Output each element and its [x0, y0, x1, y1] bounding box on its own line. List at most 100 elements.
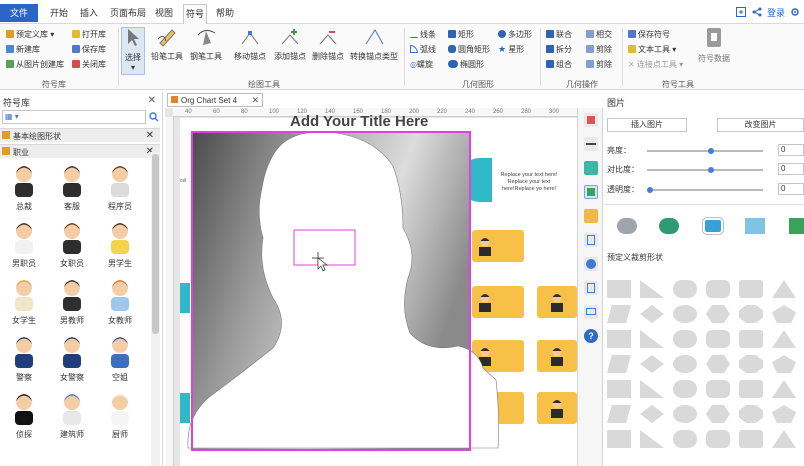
crop-shape-option[interactable] [673, 280, 697, 298]
menu-help[interactable]: 帮助 [216, 6, 234, 19]
menu-view[interactable]: 视图 [155, 6, 173, 19]
library-figure[interactable]: 女职员 [52, 218, 92, 269]
library-figure[interactable]: 男教师 [52, 275, 92, 326]
crop-shape-option[interactable] [673, 405, 697, 423]
insert-image-button[interactable]: 插入图片 [607, 118, 687, 132]
crop-shape-option[interactable] [739, 280, 763, 298]
file-menu[interactable]: 文件 [0, 4, 38, 22]
library-search-input[interactable]: ▦ ▾ [2, 110, 146, 124]
layer-icon[interactable] [584, 209, 598, 223]
library-figure[interactable]: 侦探 [4, 389, 44, 440]
contrast-slider-knob[interactable] [707, 167, 714, 173]
create-library-from-image-button[interactable]: 从图片创建库 [6, 59, 64, 70]
intersect-button[interactable]: 相交 [586, 29, 612, 40]
crop-shape-option[interactable] [607, 330, 631, 348]
library-figure[interactable]: 女警察 [52, 332, 92, 383]
crop-shape-option[interactable] [607, 380, 631, 398]
contrast-slider[interactable] [647, 167, 763, 173]
library-figure[interactable]: 客服 [52, 161, 92, 212]
add-anchor-tool[interactable]: 添加锚点 [272, 27, 308, 62]
menu-insert[interactable]: 插入 [80, 6, 98, 19]
move-anchor-tool[interactable]: 移动锚点 [232, 27, 268, 62]
crop-shape-option[interactable] [607, 355, 631, 373]
effect-more-icon[interactable] [789, 218, 804, 234]
text-tool-button[interactable]: 文本工具 ▾ [628, 44, 676, 55]
crop-shape-option[interactable] [739, 355, 763, 373]
save-library-button[interactable]: 保存库 [72, 44, 106, 55]
crop-shape-option[interactable] [772, 355, 796, 373]
library-dropdown-icon[interactable]: ▦ ▾ [5, 112, 19, 121]
crop-shape-option[interactable] [640, 380, 664, 398]
selected-image-shape[interactable] [178, 118, 508, 466]
library-figure[interactable]: 建筑师 [52, 389, 92, 440]
library-figure[interactable]: 程序员 [100, 161, 140, 212]
convert-anchor-tool[interactable]: 转换锚点类型 [349, 27, 399, 62]
crop-shape-option[interactable] [706, 405, 730, 423]
split-button[interactable]: 拆分 [546, 44, 572, 55]
menu-start[interactable]: 开始 [50, 6, 68, 19]
brightness-slider-knob[interactable] [707, 148, 714, 154]
symbol-data-button[interactable]: 符号数据 [694, 27, 734, 64]
ellipse-shape-button[interactable]: 椭圆形 [448, 59, 484, 70]
category-professions[interactable]: 职业 ✕ [0, 144, 160, 158]
open-library-button[interactable]: 打开库 [72, 29, 106, 40]
crop-shape-option[interactable] [772, 280, 796, 298]
effect-grayscale-icon[interactable] [617, 218, 637, 234]
navigation-icon[interactable] [584, 257, 598, 271]
crop-shape-option[interactable] [706, 305, 730, 323]
select-tool[interactable]: 选择 ▾ [121, 27, 145, 75]
library-figure[interactable]: 男职员 [4, 218, 44, 269]
brightness-value[interactable]: 0 [778, 144, 804, 156]
crop-shape-option[interactable] [772, 305, 796, 323]
crop-shape-option[interactable] [673, 305, 697, 323]
search-icon[interactable] [149, 112, 159, 122]
crop-shape-option[interactable] [739, 305, 763, 323]
menu-symbol[interactable]: 符号 [183, 4, 207, 24]
crop-shape-option[interactable] [640, 280, 664, 298]
document-tab[interactable]: Org Chart Set 4 ✕ [167, 93, 263, 107]
crop-shape-option[interactable] [673, 330, 697, 348]
image-tool-icon[interactable] [584, 185, 598, 199]
crop-shape-option[interactable] [739, 405, 763, 423]
predefined-library-button[interactable]: 预定义库 ▾ [6, 29, 54, 40]
crop-shape-option[interactable] [772, 380, 796, 398]
library-figure[interactable]: 女学生 [4, 275, 44, 326]
menu-page-layout[interactable]: 页面布局 [110, 6, 146, 19]
pen-tool[interactable]: 钢笔工具 [189, 27, 223, 62]
login-link[interactable]: 登录 [767, 6, 785, 19]
crop-shape-option[interactable] [739, 330, 763, 348]
crop-shape-option[interactable] [673, 355, 697, 373]
close-library-button[interactable]: 关闭库 [72, 59, 106, 70]
crop-shape-option[interactable] [607, 280, 631, 298]
library-figure[interactable]: 空姐 [100, 332, 140, 383]
crop-shape-option[interactable] [772, 430, 796, 448]
line-style-icon[interactable] [584, 137, 598, 151]
cut-button[interactable]: 剪除 [586, 59, 612, 70]
feedback-icon[interactable] [736, 7, 746, 17]
rounded-rectangle-shape-button[interactable]: 圆角矩形 [448, 44, 490, 55]
crop-shape-option[interactable] [640, 355, 664, 373]
union-button[interactable]: 联合 [546, 29, 572, 40]
combine-button[interactable]: 组合 [546, 59, 572, 70]
spiral-shape-button[interactable]: ◎螺旋 [410, 59, 433, 70]
crop-shape-option[interactable] [739, 380, 763, 398]
page-list-icon[interactable] [584, 233, 598, 247]
help-icon[interactable]: ? [584, 329, 598, 343]
transparency-slider[interactable] [647, 187, 763, 193]
crop-shape-option[interactable] [673, 430, 697, 448]
library-close-icon[interactable]: ✕ [148, 95, 156, 106]
crop-shape-option[interactable] [706, 430, 730, 448]
effect-globe-icon[interactable] [659, 218, 679, 234]
share-icon[interactable] [752, 7, 762, 17]
library-figure[interactable]: 警察 [4, 332, 44, 383]
library-figure[interactable]: 男学生 [100, 218, 140, 269]
crop-shape-option[interactable] [607, 405, 631, 423]
crop-shape-option[interactable] [673, 380, 697, 398]
crop-shape-option[interactable] [640, 305, 664, 323]
crop-shape-option[interactable] [706, 330, 730, 348]
contrast-value[interactable]: 0 [778, 163, 804, 175]
category-close-icon[interactable]: ✕ [146, 130, 154, 141]
effect-photo-icon[interactable] [745, 218, 765, 234]
crop-shape-option[interactable] [706, 280, 730, 298]
star-shape-button[interactable]: ★ 星形 [498, 44, 524, 55]
